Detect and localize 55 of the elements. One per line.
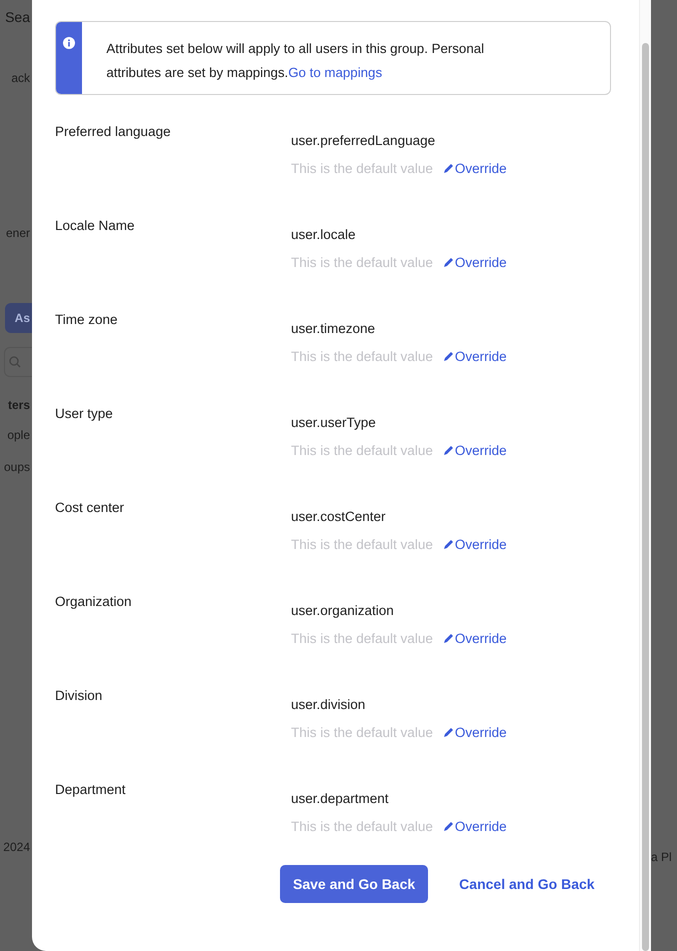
pencil-icon — [442, 727, 454, 738]
override-link[interactable]: Override — [442, 819, 507, 834]
default-value-hint: This is the default value — [291, 631, 433, 646]
attribute-value: user.locale — [291, 227, 356, 242]
pencil-icon — [442, 539, 454, 550]
default-value-hint: This is the default value — [291, 161, 433, 176]
save-button[interactable]: Save and Go Back — [280, 865, 428, 903]
scrollbar-thumb[interactable] — [642, 43, 649, 951]
attribute-label: Organization — [55, 594, 133, 609]
pencil-icon — [442, 821, 454, 832]
attribute-value: user.department — [291, 791, 389, 806]
background-text: ack — [11, 70, 31, 86]
info-message: Attributes set below will apply to all users in this group. Personal attributes are set by mappings.Go to mappings — [105, 40, 486, 82]
attribute-label: Department — [55, 782, 127, 797]
default-value-hint: This is the default value — [291, 819, 433, 834]
background-text: ener — [6, 225, 31, 241]
default-value-hint: This is the default value — [291, 537, 433, 552]
background-text: ople — [7, 427, 31, 443]
override-link[interactable]: Override — [442, 349, 507, 364]
attribute-label: Time zone — [55, 312, 119, 327]
attribute-value: user.division — [291, 697, 366, 712]
default-value-hint: This is the default value — [291, 255, 433, 270]
default-value-hint: This is the default value — [291, 725, 433, 740]
attribute-label: Cost center — [55, 500, 126, 515]
assign-button[interactable]: As — [4, 303, 32, 333]
attribute-label: Division — [55, 688, 104, 703]
attribute-value: user.timezone — [291, 321, 376, 336]
search-icon — [9, 356, 21, 368]
pencil-icon — [442, 445, 454, 456]
mappings-link[interactable]: Go to mappings — [288, 65, 382, 80]
cancel-button[interactable]: Cancel and Go Back — [453, 875, 601, 893]
info-icon — [63, 37, 76, 49]
pencil-icon — [442, 633, 454, 644]
pencil-icon — [442, 351, 454, 362]
override-link[interactable]: Override — [442, 725, 507, 740]
override-link[interactable]: Override — [442, 443, 507, 458]
override-link[interactable]: Override — [442, 161, 507, 176]
attribute-label: Locale Name — [55, 218, 136, 233]
override-link[interactable]: Override — [442, 537, 507, 552]
attribute-label: User type — [55, 406, 114, 421]
default-value-hint: This is the default value — [291, 349, 433, 364]
pencil-icon — [442, 163, 454, 174]
attribute-value: user.costCenter — [291, 509, 386, 524]
attribute-value: user.userType — [291, 415, 376, 430]
footer-text: a Pl — [651, 849, 672, 865]
default-value-hint: This is the default value — [291, 443, 433, 458]
attribute-value: user.organization — [291, 603, 394, 618]
attribute-label: Preferred language — [55, 124, 172, 139]
pencil-icon — [442, 257, 454, 268]
override-link[interactable]: Override — [442, 631, 507, 646]
section-heading: ters — [8, 397, 31, 413]
attribute-value: user.preferredLanguage — [291, 133, 436, 148]
background-text: oups — [4, 459, 31, 475]
footer-text: 2024 — [3, 839, 31, 855]
override-link[interactable]: Override — [442, 255, 507, 270]
